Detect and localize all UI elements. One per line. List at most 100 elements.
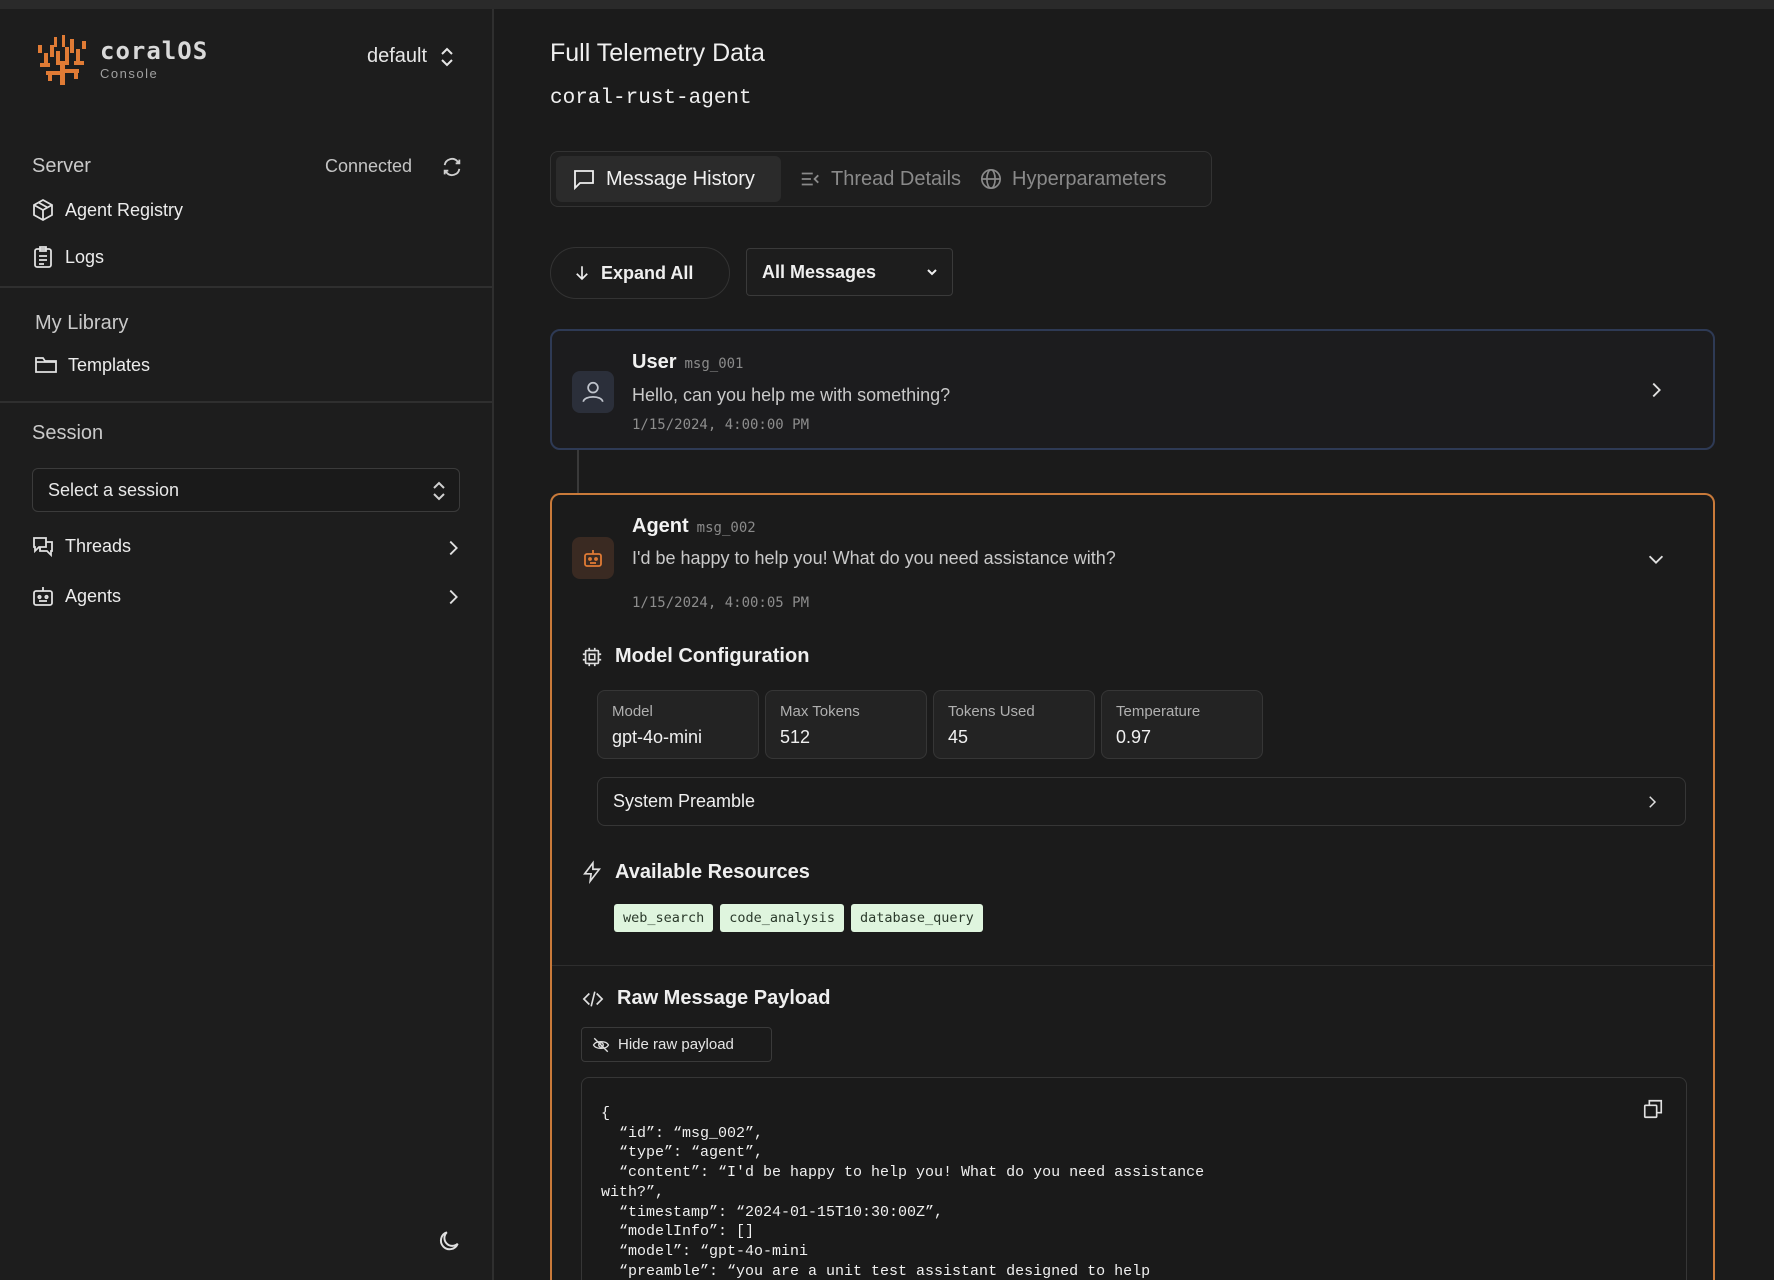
avatar (572, 371, 614, 413)
folder-icon (35, 357, 57, 373)
thread-connector (577, 450, 579, 496)
stat-tokens-used: Tokens Used 45 (933, 690, 1095, 759)
stat-value: 0.97 (1116, 727, 1152, 747)
expand-all-button[interactable]: Expand All (550, 247, 730, 299)
sidebar-item-agents[interactable]: Agents (31, 584, 121, 608)
brand-logo[interactable]: coralOS Console (36, 31, 208, 87)
sidebar-item-threads[interactable]: Threads (31, 534, 131, 558)
chevron-down-icon (927, 269, 937, 276)
sidebar-item-label: Agent Registry (65, 199, 184, 220)
chevron-right-icon[interactable] (442, 537, 464, 559)
sidebar-item-label: Templates (68, 354, 151, 375)
filter-selected-value: All Messages (762, 261, 877, 282)
sidebar-item-label: Logs (65, 246, 105, 267)
tab-hyperparameters[interactable]: Hyperparameters (964, 156, 1183, 202)
copy-icon[interactable] (1642, 1098, 1664, 1120)
server-section-title: Server (32, 155, 91, 177)
eye-off-icon (592, 1037, 610, 1052)
tab-label: Message History (606, 167, 755, 190)
code-icon (582, 990, 604, 1007)
chevron-right-icon[interactable] (1645, 379, 1667, 401)
globe-icon (981, 169, 1001, 189)
stat-max-tokens: Max Tokens 512 (765, 690, 927, 759)
agent-id: coral-rust-agent (550, 87, 752, 110)
session-select[interactable]: Select a session (32, 468, 460, 512)
window-top-bar (0, 0, 1774, 9)
clipboard-icon (34, 246, 52, 268)
sidebar-divider (0, 401, 494, 403)
main-content: Full Telemetry Data coral-rust-agent Mes… (496, 9, 1774, 1280)
message-filter-select[interactable]: All Messages (746, 248, 953, 296)
message-card-user[interactable]: User msg_001 Hello, can you help me with … (550, 329, 1715, 450)
session-section-title: Session (32, 422, 104, 444)
resource-chip: code_analysis (720, 904, 844, 932)
bot-icon (584, 550, 602, 567)
moon-icon[interactable] (436, 1228, 462, 1254)
sidebar-item-agent-registry[interactable]: Agent Registry (31, 198, 183, 222)
chevron-up-down-icon (433, 481, 445, 501)
brand-subtitle: Console (100, 65, 159, 81)
message-text: I'd be happy to help you! What do you ne… (632, 548, 1116, 568)
message-text: Hello, can you help me with something? (632, 385, 951, 405)
message-timestamp: 1/15/2024, 4:00:05 PM (632, 595, 810, 611)
refresh-icon[interactable] (441, 156, 463, 178)
page-title: Full Telemetry Data (550, 39, 765, 67)
list-icon (801, 172, 819, 186)
resources-title: Available Resources (581, 860, 810, 884)
brand-name: coralOS (100, 36, 209, 65)
sidebar-item-label: Agents (65, 585, 122, 606)
avatar (572, 537, 614, 579)
bot-icon (33, 587, 53, 606)
raw-payload-code: { “id”: “msg_002”, “type”: “agent”, “con… (601, 1105, 1205, 1280)
resource-chip: database_query (850, 904, 983, 932)
chevron-up-down-icon (441, 47, 453, 66)
tab-label: Hyperparameters (1012, 167, 1167, 190)
message-square-icon (574, 170, 594, 191)
library-section-title: My Library (35, 312, 129, 334)
message-role: User msg_001 (632, 351, 744, 373)
stat-value: 45 (948, 727, 969, 747)
message-id: msg_002 (696, 520, 756, 536)
server-status: Connected (325, 156, 413, 176)
lightning-icon (583, 860, 602, 884)
tab-thread-details[interactable]: Thread Details (783, 156, 977, 202)
raw-payload-code-block: { “id”: “msg_002”, “type”: “agent”, “con… (581, 1077, 1687, 1280)
stat-label: Max Tokens (780, 703, 860, 720)
session-select-placeholder: Select a session (48, 479, 180, 500)
model-config-title: Model Configuration (581, 645, 809, 668)
cpu-icon (582, 647, 602, 666)
sidebar-item-logs[interactable]: Logs (31, 245, 104, 269)
coral-logo-icon (38, 35, 86, 85)
stat-label: Tokens Used (948, 703, 1035, 720)
sidebar-item-templates[interactable]: Templates (34, 353, 150, 377)
tab-label: Thread Details (831, 167, 962, 190)
stat-label: Model (612, 703, 653, 720)
tab-message-history[interactable]: Message History (556, 156, 781, 202)
chat-icon (33, 537, 53, 558)
stat-temperature: Temperature 0.97 (1101, 690, 1263, 759)
package-icon (33, 198, 53, 222)
resource-chips: web_search code_analysis database_query (614, 904, 983, 932)
stat-value: 512 (780, 727, 811, 747)
expand-all-label: Expand All (601, 262, 694, 283)
stat-value: gpt-4o-mini (612, 727, 703, 747)
chevron-down-icon[interactable] (1644, 548, 1668, 570)
chevron-right-icon (1649, 796, 1657, 808)
hide-raw-payload-button[interactable]: Hide raw payload (581, 1027, 772, 1062)
message-role: Agent msg_002 (632, 515, 756, 537)
arrow-down-icon (576, 266, 588, 281)
environment-selector[interactable]: default (367, 45, 455, 68)
sidebar-item-label: Threads (65, 535, 132, 556)
environment-label: default (367, 45, 428, 67)
message-id: msg_001 (684, 356, 744, 372)
sidebar: coralOS Console default Server Connected… (0, 9, 494, 1280)
sidebar-divider (0, 286, 494, 288)
tab-bar: Message History Thread Details Hyperpara… (550, 151, 1212, 207)
stat-model: Model gpt-4o-mini (597, 690, 759, 759)
hide-raw-label: Hide raw payload (618, 1036, 734, 1053)
stat-label: Temperature (1116, 703, 1201, 720)
message-timestamp: 1/15/2024, 4:00:00 PM (632, 417, 810, 433)
system-preamble-toggle[interactable]: System Preamble (597, 777, 1686, 826)
chevron-right-icon[interactable] (442, 586, 464, 608)
message-card-agent[interactable]: Agent msg_002 I'd be happy to help you! W… (550, 493, 1715, 1280)
